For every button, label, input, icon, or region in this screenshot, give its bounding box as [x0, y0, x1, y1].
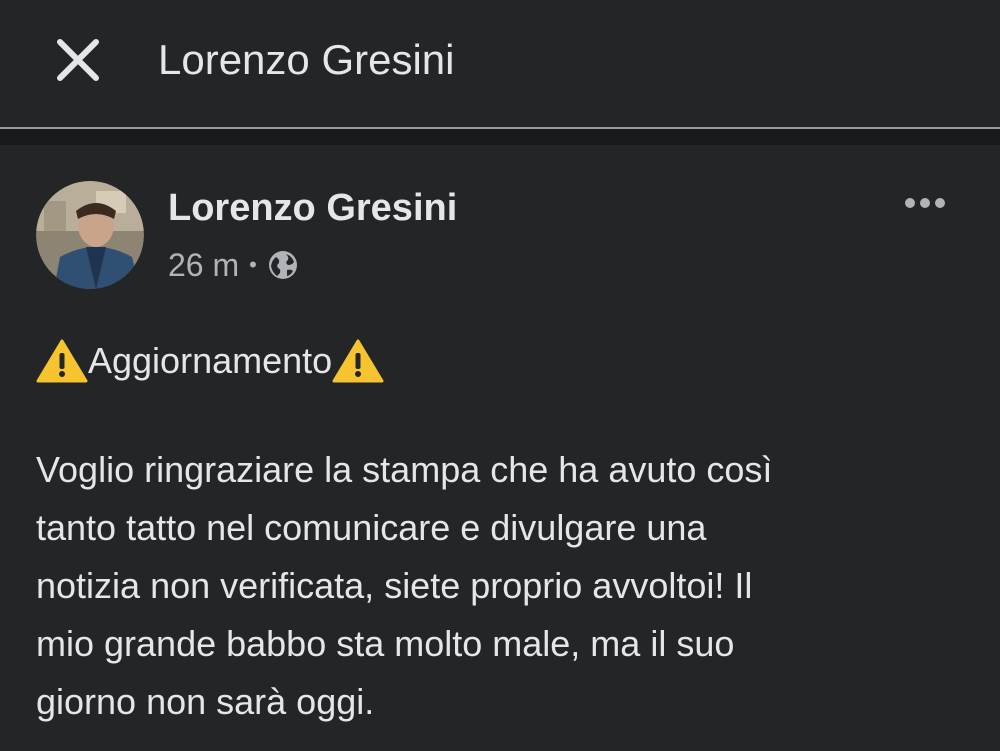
more-options-button[interactable]: [900, 187, 952, 219]
post-viewer-screen: Lorenzo Gresini Lorenzo Gresini 26 m • A…: [0, 0, 1000, 751]
warning-icon: [36, 339, 88, 383]
avatar[interactable]: [36, 181, 144, 289]
post-body-text: Voglio ringraziare la stampa che ha avut…: [36, 441, 966, 731]
post-body-line: tanto tatto nel comunicare e divulgare u…: [36, 507, 707, 548]
post-body-line: notizia non verificata, siete proprio av…: [36, 565, 753, 606]
section-separator: [0, 129, 1000, 145]
post-author-name[interactable]: Lorenzo Gresini: [168, 185, 457, 231]
more-horizontal-icon: [905, 198, 945, 208]
warning-icon: [332, 339, 384, 383]
headline-text: Aggiornamento: [88, 340, 333, 381]
close-icon: [57, 39, 99, 81]
post-card: Lorenzo Gresini 26 m • Aggiornamento Vog…: [0, 145, 1000, 751]
meta-separator: •: [249, 252, 257, 277]
page-title: Lorenzo Gresini: [158, 36, 455, 83]
post-meta: 26 m •: [168, 245, 299, 285]
post-body-line: Voglio ringraziare la stampa che ha avut…: [36, 449, 773, 490]
post-body-line: mio grande babbo sta molto male, ma il s…: [36, 623, 735, 664]
globe-icon: [268, 251, 297, 279]
close-button[interactable]: [52, 34, 104, 86]
top-bar: Lorenzo Gresini: [0, 0, 1000, 127]
post-headline: Aggiornamento: [36, 335, 384, 387]
post-body-line: giorno non sarà oggi.: [36, 681, 375, 722]
post-timestamp[interactable]: 26 m: [168, 247, 239, 284]
